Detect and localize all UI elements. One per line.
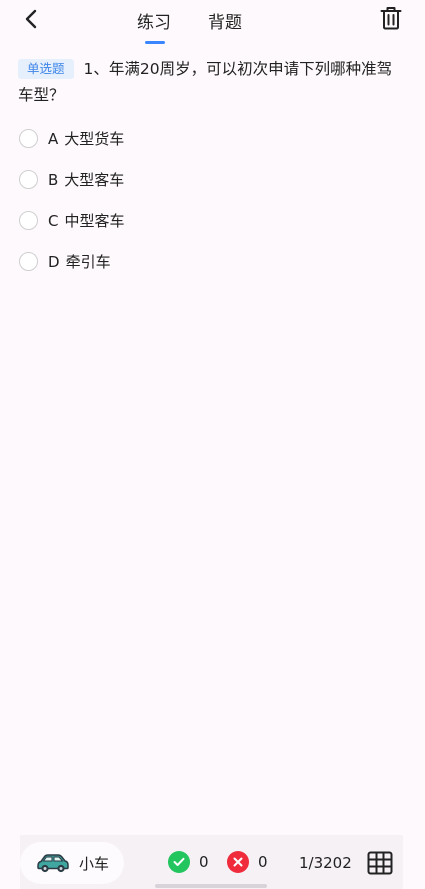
- radio-circle-icon: [19, 211, 38, 230]
- practice-page: 练习 背题 单选题 1、年满20周岁，可以初次申请下列哪种准驾车型？ A 大型货车…: [0, 0, 425, 889]
- chevron-left-icon: [25, 9, 37, 29]
- wrong-counter[interactable]: 0: [227, 851, 268, 873]
- correct-count: 0: [199, 853, 209, 871]
- option-letter: B: [48, 170, 59, 189]
- option-letter: A: [48, 129, 59, 148]
- option-c[interactable]: C 中型客车: [19, 200, 125, 241]
- option-text: 牵引车: [65, 253, 111, 271]
- delete-button[interactable]: [379, 5, 403, 31]
- vehicle-type-selector[interactable]: 小车: [20, 842, 124, 884]
- tab-memorize[interactable]: 背题: [208, 8, 242, 33]
- question-progress: 1/3202: [299, 854, 352, 872]
- correct-counter[interactable]: 0: [168, 851, 209, 873]
- option-text: 大型货车: [64, 130, 125, 148]
- back-button[interactable]: [18, 6, 44, 32]
- answer-sheet-button[interactable]: [367, 850, 393, 876]
- grid-icon: [367, 851, 393, 875]
- active-tab-indicator: [145, 41, 165, 44]
- option-a[interactable]: A 大型货车: [19, 118, 125, 159]
- option-text: 中型客车: [64, 212, 125, 230]
- close-circle-icon: [227, 851, 249, 873]
- vehicle-type-label: 小车: [79, 854, 110, 873]
- option-letter: C: [48, 211, 59, 230]
- radio-circle-icon: [19, 129, 38, 148]
- header: 练习 背题: [0, 0, 425, 48]
- car-icon: [36, 852, 70, 874]
- question-type-badge: 单选题: [18, 59, 74, 79]
- trash-icon: [380, 7, 402, 30]
- bottom-bar: 小车 0 0 1/3202: [20, 835, 403, 889]
- tab-practice[interactable]: 练习: [137, 8, 171, 33]
- option-d[interactable]: D 牵引车: [19, 241, 125, 282]
- radio-circle-icon: [19, 170, 38, 189]
- radio-circle-icon: [19, 252, 38, 271]
- question-text: 1、年满20周岁，可以初次申请下列哪种准驾车型？: [18, 60, 393, 104]
- question-block: 单选题 1、年满20周岁，可以初次申请下列哪种准驾车型？: [18, 56, 403, 108]
- option-b[interactable]: B 大型客车: [19, 159, 125, 200]
- home-indicator: [155, 884, 267, 888]
- option-text: 大型客车: [64, 171, 125, 189]
- check-circle-icon: [168, 851, 190, 873]
- options-list: A 大型货车 B 大型客车 C 中型客车 D 牵引车: [19, 118, 125, 282]
- wrong-count: 0: [258, 853, 268, 871]
- option-letter: D: [48, 252, 60, 271]
